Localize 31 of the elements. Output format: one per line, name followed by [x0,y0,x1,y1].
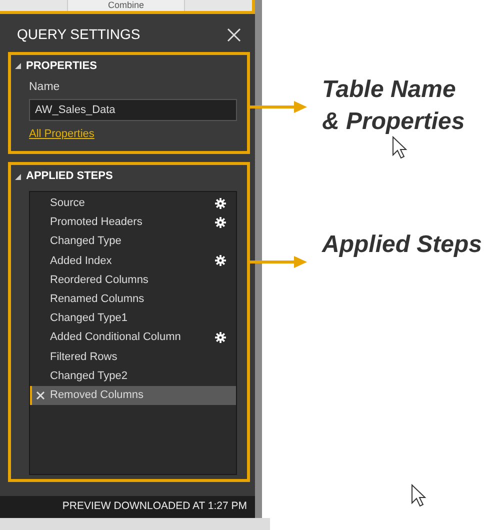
step-item[interactable]: Changed Type2 [30,366,236,386]
step-item[interactable]: Source [30,194,236,213]
cursor-icon [392,136,408,160]
delete-icon[interactable] [36,390,45,400]
callout-text: Applied Steps [322,230,482,260]
step-item[interactable]: Added Conditional Column [30,328,236,348]
panel-title: QUERY SETTINGS [17,25,140,44]
step-item[interactable]: Added Index [30,251,236,270]
collapse-icon[interactable] [15,174,21,180]
step-item[interactable]: Filtered Rows [30,347,236,366]
collapse-icon[interactable] [15,63,21,70]
step-item[interactable]: Promoted Headers [30,212,236,232]
name-field[interactable]: AW_Sales_Data [29,98,237,122]
gear-icon[interactable] [215,198,226,209]
step-item[interactable]: Changed Type [30,232,236,252]
gear-icon[interactable] [215,217,226,228]
field-label: Name [29,80,61,94]
step-item[interactable]: Removed Columns [30,386,236,405]
all-properties-link[interactable]: All Properties [29,126,94,143]
callout-text: Table Name & Properties [322,75,465,137]
gear-icon[interactable] [215,255,226,266]
section-heading: APPLIED STEPS [26,169,113,184]
section-heading: PROPERTIES [26,59,97,74]
cursor-icon [411,484,427,508]
gear-icon[interactable] [215,332,226,344]
step-item[interactable]: Renamed Columns [30,290,236,309]
step-item[interactable]: Changed Type1 [30,308,236,328]
close-icon[interactable] [227,28,241,42]
step-item[interactable]: Reordered Columns [30,270,236,290]
status-bar: PREVIEW DOWNLOADED AT 1:27 PM [0,496,255,518]
combine-button[interactable]: Combine [66,0,186,11]
